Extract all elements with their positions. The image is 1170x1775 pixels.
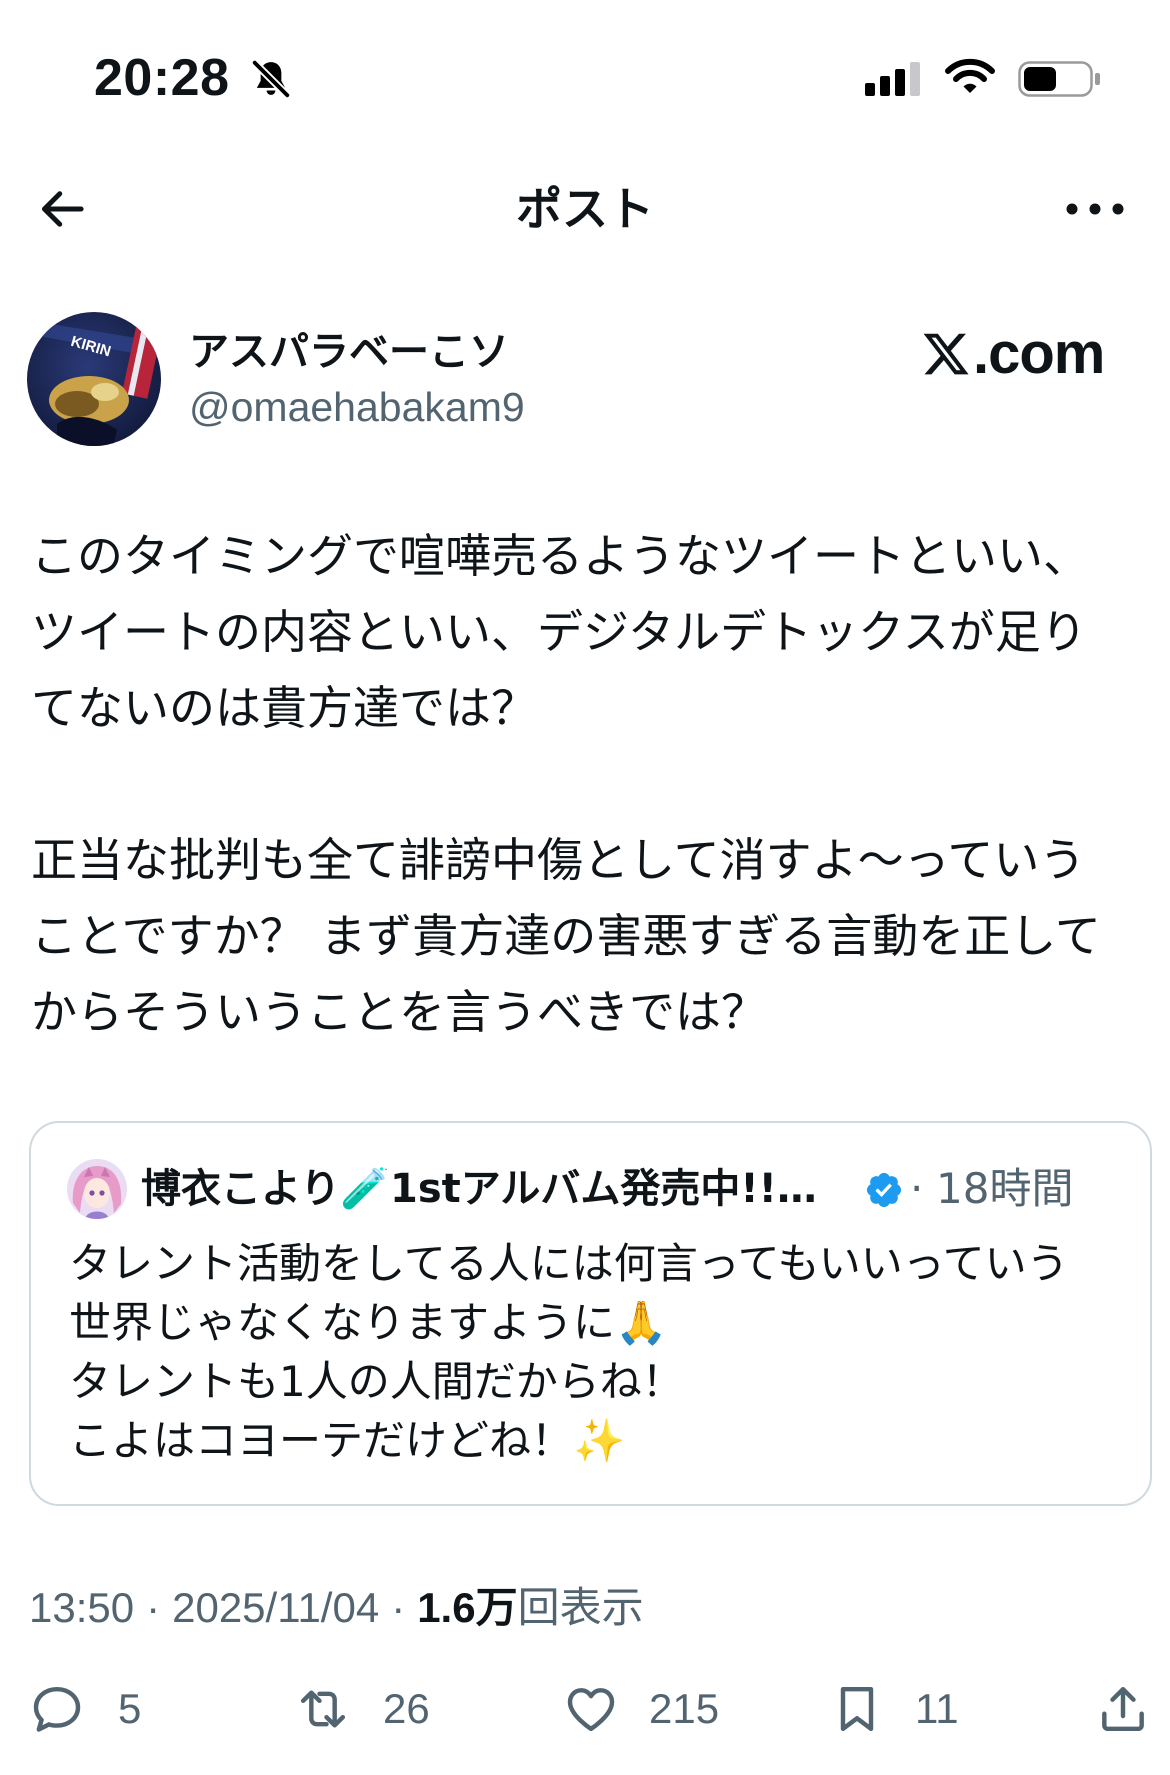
signal-bar: [880, 76, 890, 96]
repost-icon: [300, 1690, 346, 1728]
share-icon: [1102, 1686, 1144, 1732]
post-paragraph: 正当な批判も全て誹謗中傷として消すよ〜っていう ことですか？ まず貴方達の害悪す…: [31, 822, 1146, 1050]
quoted-header-separator: ·: [910, 1164, 924, 1213]
quoted-post-text: タレント活動をしてる人には何言ってもいいっていう 世界じゃなくなりますように🙏 …: [69, 1234, 1122, 1470]
avatar[interactable]: KIRIN: [27, 312, 161, 446]
meta-separator: ·: [146, 1584, 161, 1631]
quoted-text-line: タレントも1人の人間だからね！: [69, 1357, 684, 1406]
repost-count: 26: [383, 1685, 430, 1732]
quoted-author-avatar[interactable]: [67, 1159, 127, 1219]
post-text-line: ことですか？ まず貴方達の害悪すぎる言動を正して: [31, 909, 1101, 963]
post-time[interactable]: 13:50: [29, 1582, 134, 1634]
post-text-line: からそういうことを言うべきでは？: [31, 985, 767, 1039]
post-text-line: てないのは貴方達では？: [31, 681, 537, 735]
signal-bar: [895, 69, 905, 96]
reply-count: 5: [118, 1685, 142, 1732]
post-text-line: ツイートの内容といい、デジタルデトックスが足り: [31, 605, 1087, 659]
wifi-icon: [944, 57, 996, 95]
post-paragraph: このタイミングで喧嘩売るようなツイートといい、 ツイートの内容といい、デジタルデ…: [31, 518, 1146, 746]
author-handle[interactable]: @omaehabakam9: [189, 381, 525, 433]
post-meta: 13:50 · 2025/11/04 · 1.6万 回表示: [29, 1582, 644, 1634]
post-text-line: 正当な批判も全て誹謗中傷として消すよ〜っていう: [31, 833, 1086, 887]
reply-button[interactable]: 5: [29, 1681, 141, 1737]
quoted-author-name[interactable]: 博衣こより🧪1stアルバム発売中!!…: [141, 1163, 853, 1215]
views-label: 回表示: [517, 1584, 644, 1631]
x-logo-icon: [923, 333, 969, 375]
quoted-text-line: 世界じゃなくなりますように🙏: [69, 1298, 668, 1347]
page-title: ポスト: [516, 182, 654, 236]
share-button[interactable]: [1095, 1681, 1151, 1737]
bell-slash-icon: [248, 56, 294, 102]
views-count: 1.6万: [417, 1584, 518, 1631]
quoted-time-ago[interactable]: 18時間: [936, 1163, 1073, 1215]
battery-fill: [1024, 67, 1056, 91]
more-button[interactable]: [1064, 190, 1126, 228]
watermark-suffix: .com: [973, 321, 1105, 386]
like-count: 215: [649, 1685, 720, 1732]
post-text: このタイミングで喧嘩売るようなツイートといい、 ツイートの内容といい、デジタルデ…: [31, 518, 1146, 1050]
signal-bar: [865, 83, 875, 96]
bookmark-icon: [840, 1686, 874, 1732]
author-display-name[interactable]: アスパラベーこソ: [189, 326, 509, 378]
bookmark-count: 11: [915, 1685, 959, 1732]
meta-separator: ·: [391, 1584, 406, 1631]
signal-icon: [865, 60, 921, 96]
quoted-text-line: こよはコヨーテだけどね！✨: [69, 1416, 626, 1465]
post-date[interactable]: 2025/11/04: [172, 1582, 379, 1634]
status-time: 20:28: [94, 49, 230, 107]
quoted-text-line: タレント活動をしてる人には何言ってもいいっていう: [69, 1239, 1069, 1288]
signal-bar: [910, 62, 920, 96]
heart-icon: [567, 1688, 615, 1732]
more-horizontal-icon: [1066, 203, 1124, 215]
quoted-post-card[interactable]: 博衣こより🧪1stアルバム発売中!!… · 18時間 タレント活動をしてる人には…: [29, 1121, 1152, 1506]
verified-badge-icon: [864, 1170, 904, 1210]
post-text-line: このタイミングで喧嘩売るようなツイートといい、: [31, 529, 1089, 583]
repost-button[interactable]: 26: [293, 1681, 430, 1737]
x-com-watermark: .com: [921, 321, 1105, 386]
battery-icon: [1018, 61, 1102, 97]
like-button[interactable]: 215: [563, 1681, 719, 1737]
reply-icon: [33, 1686, 81, 1732]
bookmark-button[interactable]: 11: [829, 1681, 959, 1737]
